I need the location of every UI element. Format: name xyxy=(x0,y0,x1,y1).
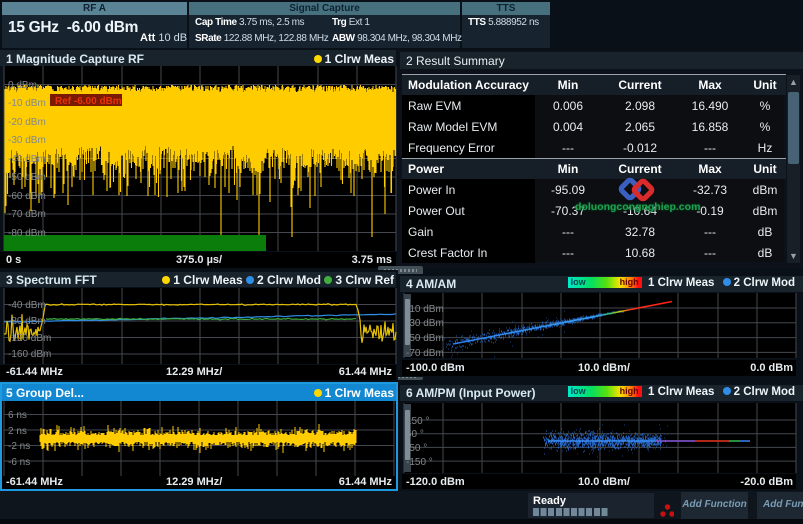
svg-text:-160 dBm: -160 dBm xyxy=(8,349,51,360)
svg-text:-2 ns: -2 ns xyxy=(8,441,30,452)
svg-text:6 ns: 6 ns xyxy=(8,410,27,421)
svg-text:150 °: 150 ° xyxy=(406,416,429,427)
svg-text:2 ns: 2 ns xyxy=(8,426,27,437)
svg-text:0 dBm: 0 dBm xyxy=(8,80,37,91)
svg-text:-150 °: -150 ° xyxy=(406,457,433,468)
svg-text:-80 dBm: -80 dBm xyxy=(8,316,46,327)
svg-text:-6 ns: -6 ns xyxy=(8,457,30,468)
svg-text:-70 dBm: -70 dBm xyxy=(8,209,46,220)
svg-text:-30 dBm: -30 dBm xyxy=(406,318,444,329)
svg-text:-40 dBm: -40 dBm xyxy=(8,300,46,311)
svg-text:-50 °: -50 ° xyxy=(406,443,427,454)
svg-text:50 °: 50 ° xyxy=(406,429,424,440)
svg-text:-50 dBm: -50 dBm xyxy=(8,172,46,183)
svg-text:-40 dBm: -40 dBm xyxy=(8,154,46,165)
svg-text:-50 dBm: -50 dBm xyxy=(406,333,444,344)
svg-text:-120 dBm: -120 dBm xyxy=(8,333,51,344)
svg-text:-10 dBm: -10 dBm xyxy=(8,98,46,109)
svg-text:-30 dBm: -30 dBm xyxy=(8,135,46,146)
svg-text:-60 dBm: -60 dBm xyxy=(8,191,46,202)
svg-text:-20 dBm: -20 dBm xyxy=(8,117,46,128)
svg-text:-70 dBm: -70 dBm xyxy=(406,348,444,359)
svg-text:Ref -6.00 dBm: Ref -6.00 dBm xyxy=(55,96,122,107)
svg-text:-10 dBm: -10 dBm xyxy=(406,304,444,315)
svg-text:-80 dBm: -80 dBm xyxy=(8,228,46,239)
